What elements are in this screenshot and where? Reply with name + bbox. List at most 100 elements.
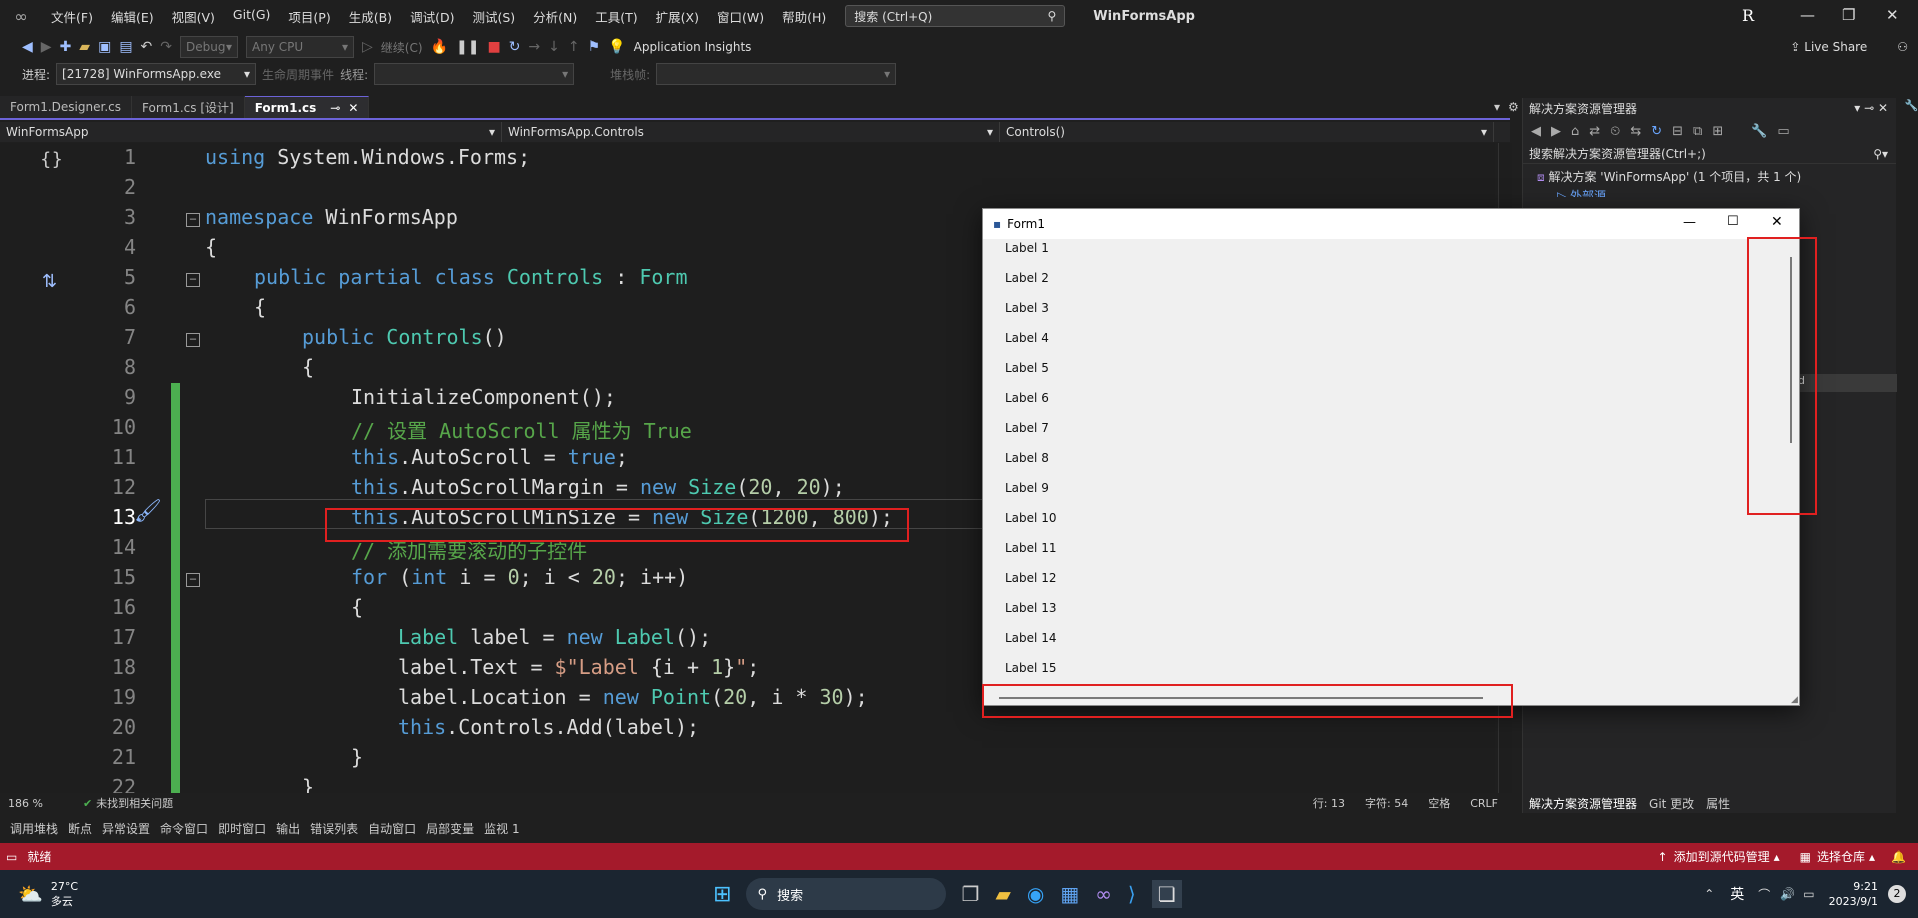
menu-item[interactable]: 编辑(E) [102,7,163,26]
continue-icon[interactable]: ▷ [362,39,373,55]
issues-status[interactable]: 未找到相关问题 [96,795,173,811]
close-icon[interactable]: ✕ [1886,6,1899,24]
member-dropdown[interactable]: Controls() ▾ [1000,122,1494,142]
column-indicator[interactable]: 字符: 54 [1365,795,1408,811]
restore-icon[interactable]: ❐ [1842,6,1855,24]
tab-solution-explorer[interactable]: 解决方案资源管理器 [1529,795,1637,812]
ime-indicator[interactable]: 英 [1730,884,1744,904]
battery-icon[interactable]: ▭ [1803,887,1814,901]
bell-icon[interactable]: 🔔 [1891,850,1906,864]
preview-icon[interactable]: ▭ [1777,124,1789,139]
refresh-icon[interactable]: ↻ [1651,124,1662,139]
tab-exception-settings[interactable]: 异常设置 [98,820,154,837]
tab-autos[interactable]: 自动窗口 [364,820,420,837]
configuration-dropdown[interactable]: Debug ▾ [180,36,239,58]
add-source-control-button[interactable]: 添加到源代码管理 [1674,848,1770,865]
restart-icon[interactable]: ↻ [509,39,521,55]
panel-options-icon[interactable]: ▾ ⊸ ✕ [1854,101,1888,115]
minimize-icon[interactable]: — [1800,6,1815,24]
menu-item[interactable]: Git(G) [224,7,280,26]
collapse-icon[interactable]: − [186,273,200,287]
menu-item[interactable]: 文件(F) [42,7,102,26]
step-out-icon[interactable]: ↑ [568,39,580,55]
open-folder-icon[interactable]: ▰ [79,39,90,55]
process-dropdown[interactable]: [21728] WinFormsApp.exe ▾ [56,63,257,85]
properties-icon[interactable]: 🔧 [1751,124,1767,139]
tab-form1-designer-cs[interactable]: Form1.Designer.cs [0,96,132,118]
line-indicator[interactable]: 行: 13 [1313,795,1345,811]
stackframe-dropdown[interactable]: ▾ [656,63,897,85]
form-minimize-icon[interactable]: — [1683,215,1696,230]
copy-icon[interactable]: ⧉ [1693,124,1702,139]
back-icon[interactable]: ◀ [22,39,33,55]
tab-call-stack[interactable]: 调用堆栈 [6,820,62,837]
history-icon[interactable]: ⏲ [1610,124,1620,139]
switch-view-icon[interactable]: ⇄ [1589,124,1600,139]
vscode-icon[interactable]: ⟩ [1128,882,1136,906]
chevron-up-icon[interactable]: ⌃ [1704,887,1714,901]
tab-form1-cs[interactable]: Form1.cs ⊸ ✕ [244,96,370,118]
tab-form1-design[interactable]: Form1.cs [设计] [132,96,245,118]
app-insights-label[interactable]: Application Insights [634,40,752,54]
store-icon[interactable]: ▦ [1060,882,1079,906]
menu-item[interactable]: 工具(T) [586,7,646,26]
forward-icon[interactable]: ▶ [41,39,52,55]
thread-dropdown[interactable]: ▾ [374,63,575,85]
form1-window[interactable]: ▪ Form1 — ☐ ✕ Label 1 Label 2 Label 3 La… [982,208,1800,706]
tab-error-list[interactable]: 错误列表 [306,820,362,837]
notification-icon[interactable]: ▭ [6,850,17,864]
tab-watch-1[interactable]: 监视 1 [480,820,523,837]
menu-item[interactable]: 帮助(H) [773,7,835,26]
menu-item[interactable]: 扩展(X) [647,7,708,26]
menu-item[interactable]: 窗口(W) [708,7,773,26]
new-item-icon[interactable]: ✚ [60,39,72,55]
project-dropdown[interactable]: WinFormsApp ▾ [0,122,502,142]
user-avatar[interactable]: R [1742,6,1754,25]
undo-icon[interactable]: ↶ [141,39,153,55]
solution-search-input[interactable]: 搜索解决方案资源管理器(Ctrl+;) ⚲▾ [1523,144,1896,164]
weather-widget[interactable]: 27°C 多云 [51,879,78,909]
start-icon[interactable]: ⊞ [713,882,731,907]
volume-icon[interactable]: 🔊 [1780,887,1795,901]
settings-gear-icon[interactable]: ⚙ [1508,100,1519,114]
side-toolbox-tab[interactable]: 🔧 [1898,98,1918,198]
menu-item[interactable]: 视图(V) [163,7,224,26]
network-icon[interactable]: ⌒ [1758,886,1770,903]
form1-titlebar[interactable]: ▪ Form1 — ☐ ✕ [983,209,1799,239]
feedback-icon[interactable]: ⚇ [1897,40,1908,54]
whitespace-indicator[interactable]: 空格 [1428,795,1450,811]
form-maximize-icon[interactable]: ☐ [1727,214,1739,229]
platform-dropdown[interactable]: Any CPU ▾ [246,36,355,58]
file-explorer-icon[interactable]: ▰ [995,882,1010,906]
lifecycle-events-label[interactable]: 生命周期事件 [262,66,334,83]
tab-output[interactable]: 输出 [272,820,304,837]
redo-icon[interactable]: ↷ [160,39,172,55]
home-icon[interactable]: ⌂ [1571,124,1579,139]
filter-icon[interactable]: ⊞ [1712,124,1723,139]
tab-command-window[interactable]: 命令窗口 [156,820,212,837]
save-icon[interactable]: ▣ [98,39,111,55]
tab-breakpoints[interactable]: 断点 [64,820,96,837]
pin-icon[interactable]: ⊸ [330,101,340,115]
collapse-icon[interactable]: − [186,213,200,227]
menu-item[interactable]: 生成(B) [340,7,401,26]
weather-icon[interactable]: ⛅ [18,882,43,906]
bookmark-icon[interactable]: ⚑ [588,39,601,55]
zoom-level[interactable]: 186 % [8,797,43,810]
resize-grip-icon[interactable]: ◢ [1791,695,1798,705]
eol-indicator[interactable]: CRLF [1470,797,1498,810]
tab-properties[interactable]: 属性 [1706,795,1730,812]
back-icon[interactable]: ◀ [1531,124,1541,139]
external-sources-item[interactable]: ▷ 外部源 [1523,185,1896,197]
menu-item[interactable]: 分析(N) [524,7,586,26]
close-tab-icon[interactable]: ✕ [348,101,358,115]
visual-studio-icon[interactable]: ∞ [1095,882,1112,906]
search-input[interactable]: 搜索 (Ctrl+Q) ⚲ [845,5,1066,27]
collapse-icon[interactable]: − [186,333,200,347]
hot-reload-icon[interactable]: 🔥 [431,39,448,55]
live-share-button[interactable]: ⇪ Live Share [1790,40,1867,54]
form-close-icon[interactable]: ✕ [1771,214,1783,230]
menu-item[interactable]: 测试(S) [463,7,524,26]
forward-icon[interactable]: ▶ [1551,124,1561,139]
form-app-taskbar-icon[interactable]: ❏ [1151,880,1182,908]
